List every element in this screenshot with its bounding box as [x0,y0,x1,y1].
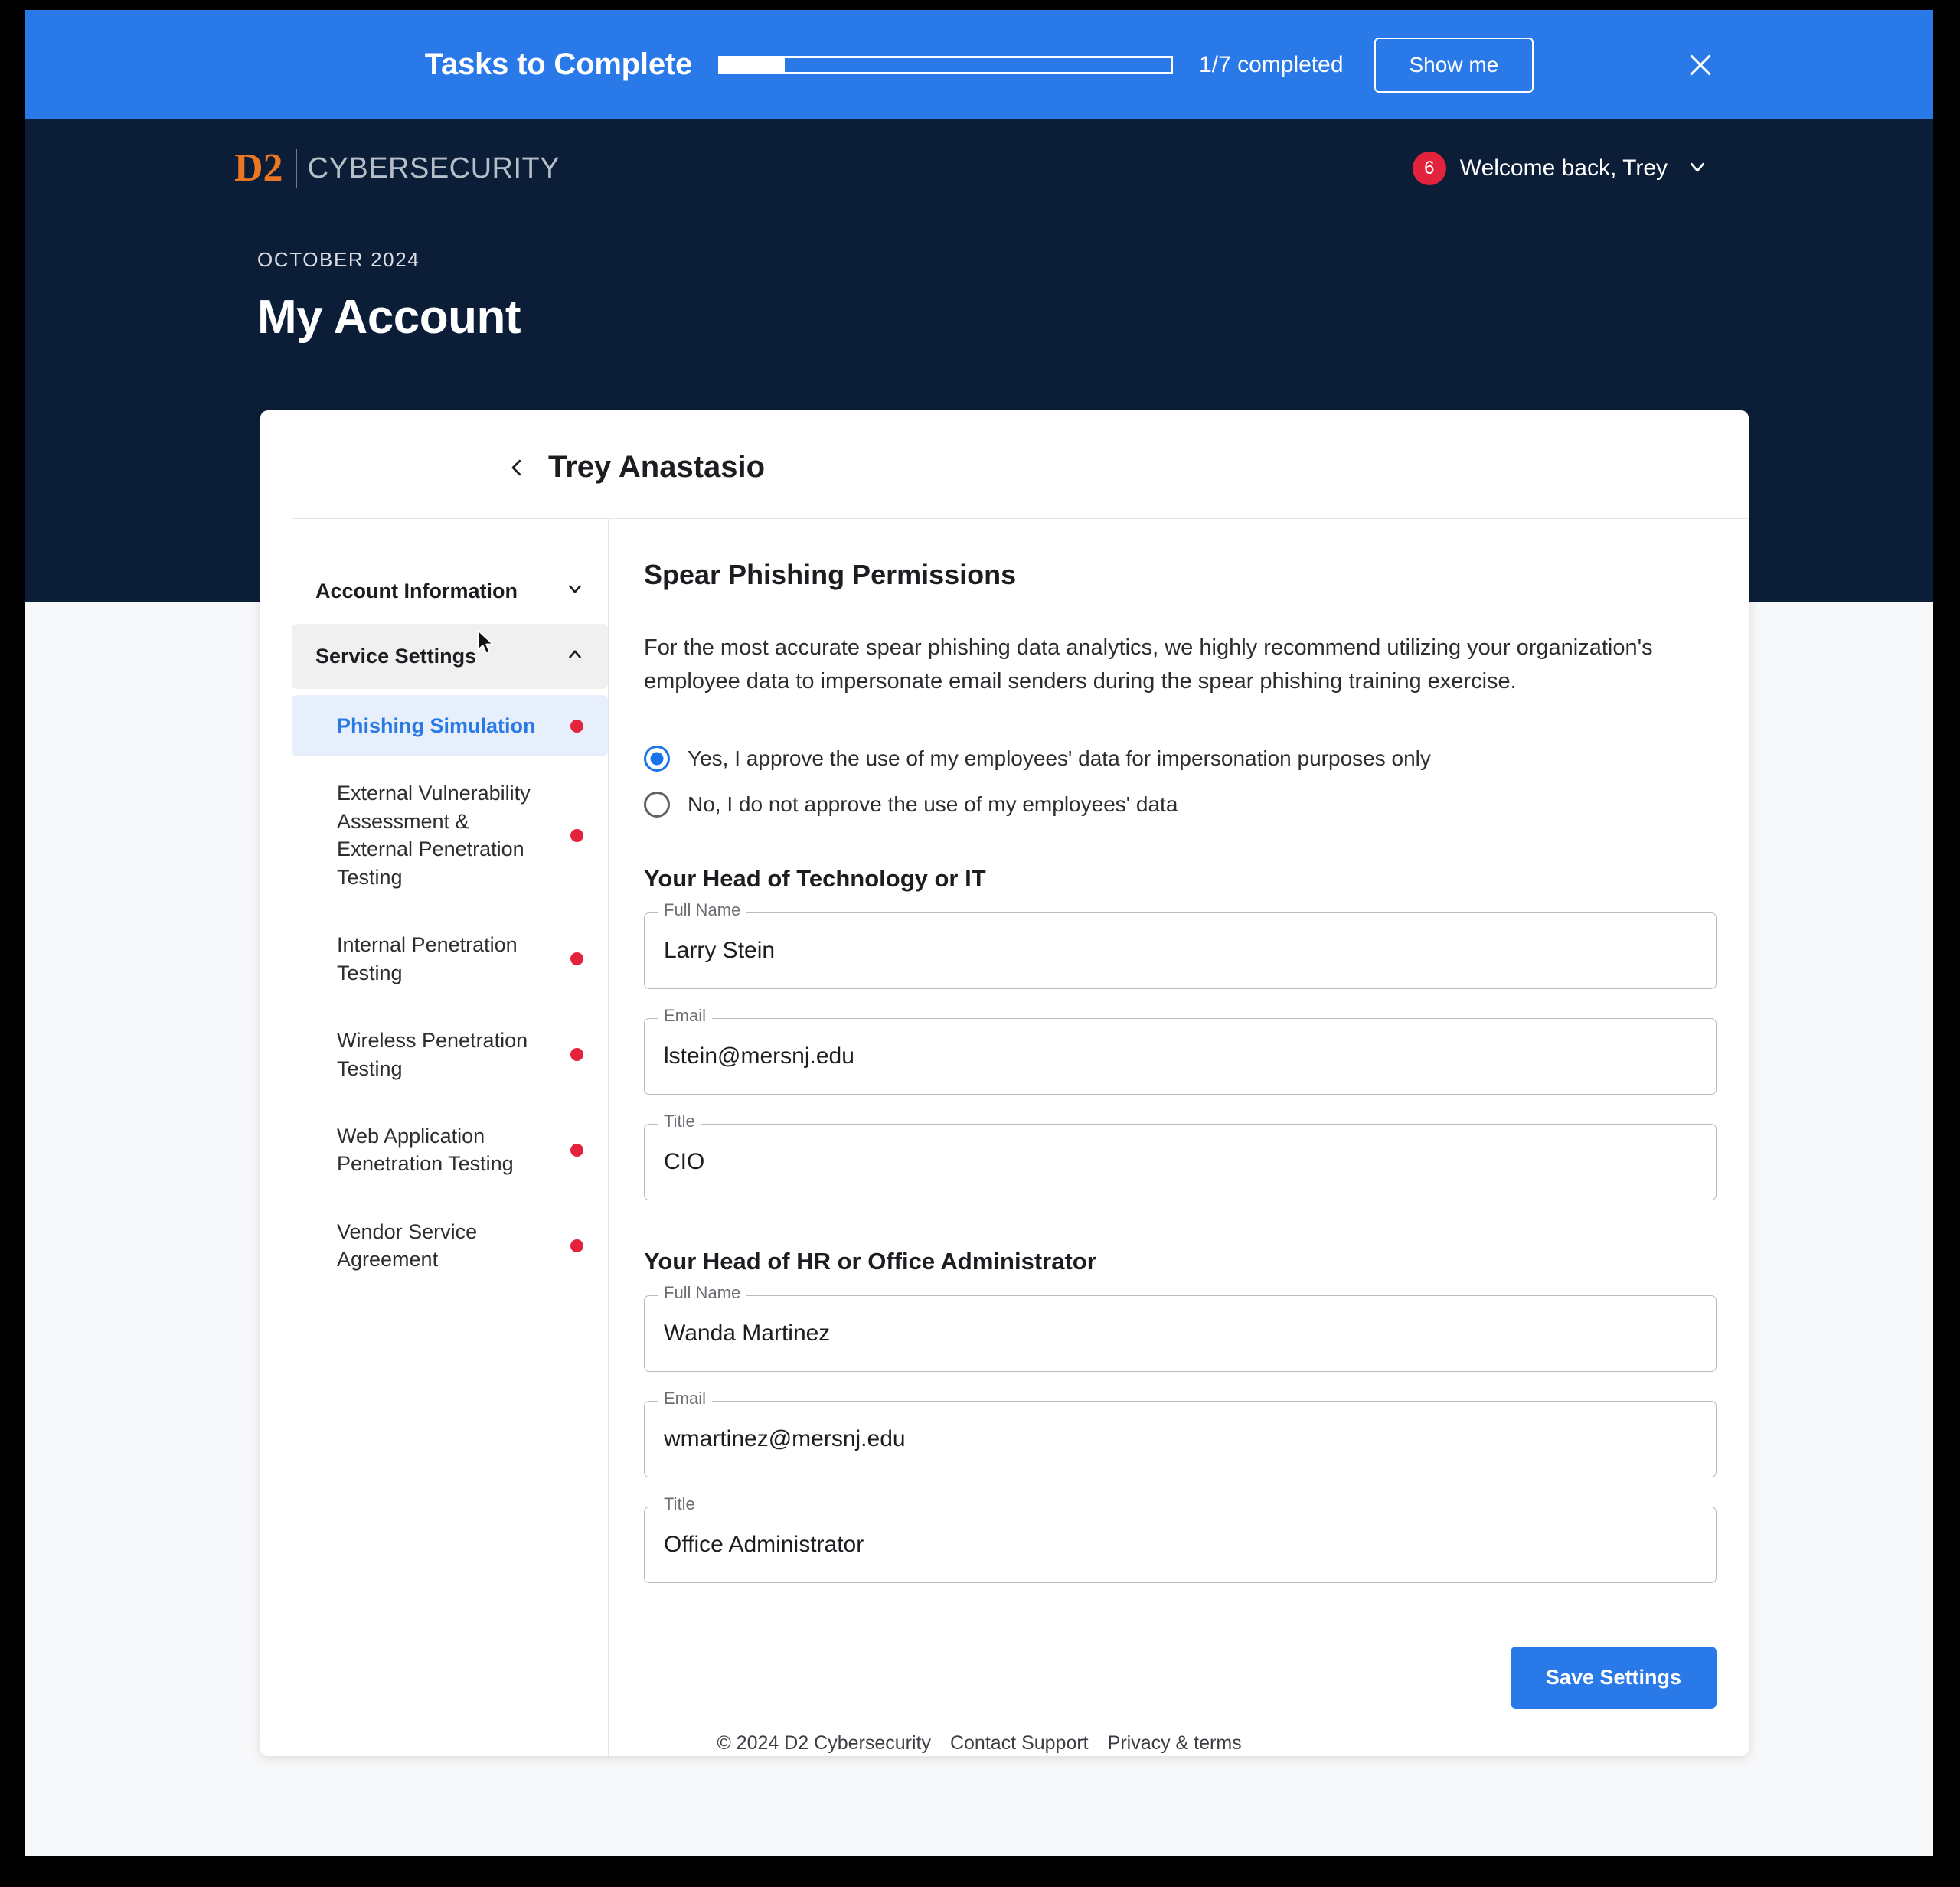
notification-badge: 6 [1412,152,1446,185]
status-dot [570,719,583,733]
sidebar-item-label: Phishing Simulation [337,714,536,737]
brand-name: CYBERSECURITY [307,152,560,184]
field-tech-email: Email lstein@mersnj.edu [644,1007,1717,1095]
sidebar-item-label: Internal Penetration Testing [337,933,518,984]
footer-copyright: © 2024 D2 Cybersecurity [717,1732,931,1754]
status-dot [570,828,583,842]
radio-label: No, I do not approve the use of my emplo… [688,792,1178,817]
chevron-down-icon [565,579,585,604]
sidebar-item-internal-penetration-testing[interactable]: Internal Penetration Testing [292,914,608,1004]
footer-link-privacy-terms[interactable]: Privacy & terms [1108,1732,1242,1755]
field-legend: Email [658,1007,713,1025]
brand-divider [295,149,297,188]
sidebar-item-external-vulnerability-assessment[interactable]: External Vulnerability Assessment & Exte… [292,762,608,908]
sidebar-item-phishing-simulation[interactable]: Phishing Simulation [292,695,608,757]
hr-full-name-input[interactable]: Wanda Martinez [644,1295,1717,1373]
tasks-progress-label: 1/7 completed [1199,51,1344,77]
user-menu[interactable]: 6 Welcome back, Trey [1412,152,1709,185]
status-dot [570,1143,583,1157]
tasks-banner: Tasks to Complete 1/7 completed Show me [25,10,1933,119]
tasks-progress-bar [718,55,1174,74]
card-title: Trey Anastasio [548,450,766,484]
tech-email-input[interactable]: lstein@mersnj.edu [644,1018,1717,1095]
field-legend: Email [658,1390,713,1408]
sidebar-section-account-information[interactable]: Account Information [292,559,608,624]
field-legend: Full Name [658,1285,747,1302]
hr-title-input[interactable]: Office Administrator [644,1507,1717,1584]
content-title: Spear Phishing Permissions [644,559,1017,590]
brand-logo[interactable]: D2 CYBERSECURITY [234,149,560,188]
app-page: Tasks to Complete 1/7 completed Show me … [25,10,1933,1856]
sidebar-section-label: Service Settings [315,645,477,668]
field-tech-full-name: Full Name Larry Stein [644,902,1717,990]
radio-button[interactable] [644,792,670,818]
top-nav-bar: D2 CYBERSECURITY 6 Welcome back, Trey [25,119,1933,217]
field-hr-email: Email wmartinez@mersnj.edu [644,1390,1717,1478]
status-dot [570,952,583,966]
hr-email-input[interactable]: wmartinez@mersnj.edu [644,1401,1717,1478]
page-footer: © 2024 D2 Cybersecurity Contact Support … [25,1732,1933,1755]
radio-option-approve[interactable]: Yes, I approve the use of my employees' … [644,746,1717,772]
tasks-banner-content: Tasks to Complete 1/7 completed Show me [424,37,1534,93]
sidebar-item-vendor-service-agreement[interactable]: Vendor Service Agreement [292,1201,608,1291]
tasks-progress-fill [720,57,786,72]
field-hr-title: Title Office Administrator [644,1496,1717,1584]
settings-content: Spear Phishing Permissions For the most … [609,519,1749,1756]
chevron-down-icon [1686,155,1709,182]
radio-option-decline[interactable]: No, I do not approve the use of my emplo… [644,792,1717,818]
field-legend: Title [658,1113,701,1131]
save-settings-button[interactable]: Save Settings [1510,1647,1717,1709]
page-header: OCTOBER 2024 My Account [25,217,1933,344]
sidebar-item-web-application-penetration-testing[interactable]: Web Application Penetration Testing [292,1105,608,1195]
chevron-up-icon [565,644,585,669]
sidebar-item-label: External Vulnerability Assessment & Exte… [337,782,531,889]
sidebar-item-label: Wireless Penetration Testing [337,1029,528,1080]
field-hr-full-name: Full Name Wanda Martinez [644,1285,1717,1373]
footer-link-contact-support[interactable]: Contact Support [950,1732,1089,1755]
sidebar-item-label: Vendor Service Agreement [337,1219,478,1272]
group-heading-technology: Your Head of Technology or IT [644,865,986,893]
status-dot [570,1239,583,1252]
page-month-label: OCTOBER 2024 [257,248,420,271]
sidebar-item-label: Web Application Penetration Testing [337,1124,514,1176]
settings-sidebar: Account Information Service Settings Phi… [292,519,609,1757]
tech-title-input[interactable]: CIO [644,1124,1717,1201]
page-title: My Account [257,291,521,344]
status-dot [570,1048,583,1061]
field-tech-title: Title CIO [644,1113,1717,1201]
close-icon[interactable] [1679,44,1722,87]
card-body: Account Information Service Settings Phi… [260,519,1749,1757]
user-greeting: Welcome back, Trey [1459,155,1668,181]
tech-full-name-input[interactable]: Larry Stein [644,912,1717,990]
account-card: Trey Anastasio Account Information Servi… [260,410,1749,1757]
card-header: Trey Anastasio [260,410,1749,518]
tasks-banner-title: Tasks to Complete [424,47,693,81]
field-legend: Title [658,1496,701,1513]
radio-button[interactable] [644,746,670,772]
show-me-button[interactable]: Show me [1374,37,1534,93]
brand-mark: D2 [234,146,283,190]
sidebar-section-label: Account Information [315,579,518,602]
chevron-left-icon[interactable] [505,455,528,481]
group-heading-hr: Your Head of HR or Office Administrator [644,1248,1096,1275]
field-legend: Full Name [658,902,747,919]
radio-label: Yes, I approve the use of my employees' … [688,746,1431,771]
sidebar-section-service-settings[interactable]: Service Settings [292,624,608,689]
content-description: For the most accurate spear phishing dat… [644,635,1653,694]
sidebar-item-wireless-penetration-testing[interactable]: Wireless Penetration Testing [292,1010,608,1099]
